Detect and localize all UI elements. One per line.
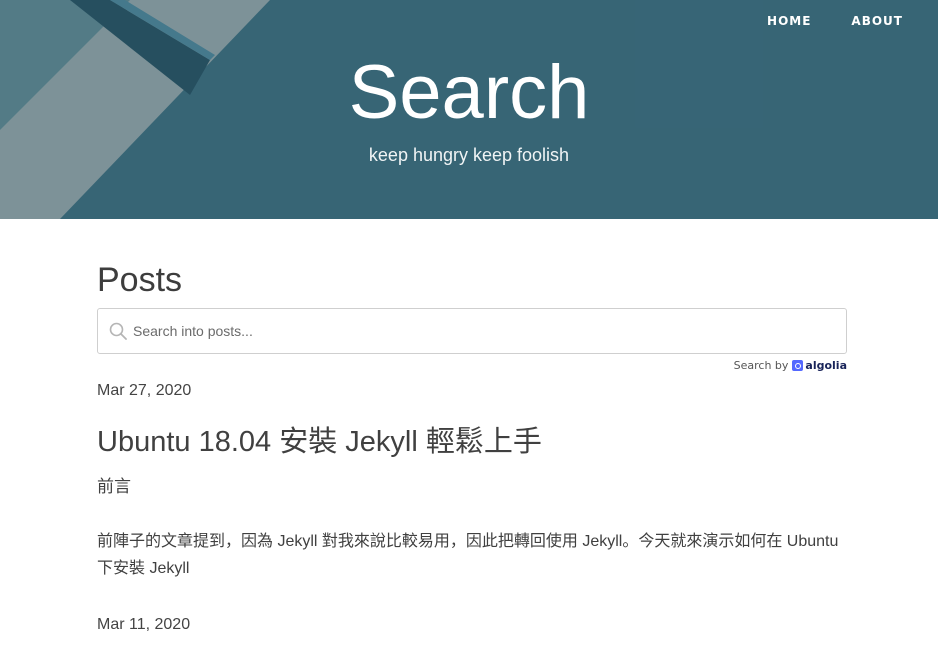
post-excerpt: 前陣子的文章提到，因為 Jekyll 對我來說比較易用，因此把轉回使用 Jeky…: [97, 533, 839, 577]
page-title: Search: [348, 50, 590, 135]
page-header: HOME ABOUT Search keep hungry keep fooli…: [0, 0, 938, 219]
section-title: Posts: [97, 261, 183, 299]
post-date: Mar 11, 2020: [97, 616, 191, 633]
search-box: [97, 308, 847, 354]
nav-about-link[interactable]: ABOUT: [851, 14, 903, 28]
algolia-wordmark: algolia: [805, 359, 847, 372]
search-icon: [109, 322, 127, 340]
page-subtitle: keep hungry keep foolish: [368, 145, 570, 165]
algolia-icon: [792, 360, 804, 371]
post-title-link[interactable]: Ubuntu 18.04 安裝 Jekyll 輕鬆上手: [97, 425, 542, 459]
top-nav: HOME ABOUT: [767, 14, 903, 28]
post-date: Mar 27, 2020: [97, 382, 192, 399]
algolia-logo: algolia: [792, 359, 847, 372]
search-by-attribution[interactable]: Search by algolia: [734, 359, 847, 372]
search-input[interactable]: [133, 309, 833, 353]
nav-home-link[interactable]: HOME: [767, 14, 811, 28]
post-section-heading: 前言: [97, 477, 131, 496]
search-by-label: Search by: [733, 359, 789, 372]
